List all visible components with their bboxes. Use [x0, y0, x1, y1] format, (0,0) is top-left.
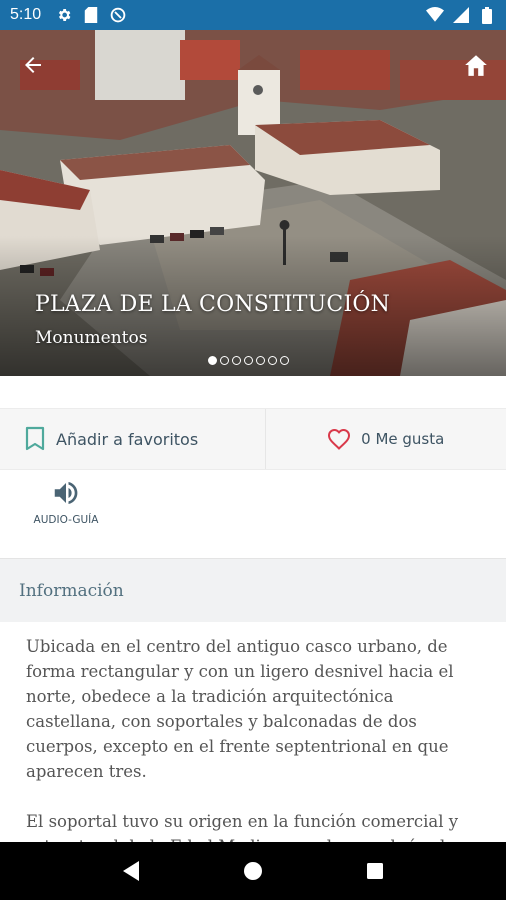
home-circle-icon — [244, 862, 262, 880]
recents-square-icon — [367, 863, 383, 879]
info-paragraph: Ubicada en el centro del antiguo casco u… — [26, 637, 454, 781]
nav-home-button[interactable] — [233, 851, 273, 891]
carousel-dot[interactable] — [268, 356, 277, 365]
back-button[interactable] — [18, 50, 48, 80]
back-triangle-icon — [123, 861, 139, 881]
wifi-icon — [426, 6, 444, 24]
nav-back-button[interactable] — [111, 851, 151, 891]
like-count-label: 0 Me gusta — [361, 430, 445, 448]
info-section-header: Información — [0, 558, 506, 622]
carousel-dot[interactable] — [244, 356, 253, 365]
info-title: Información — [19, 580, 124, 601]
bookmark-icon — [25, 426, 45, 451]
category-subtitle: Monumentos — [35, 328, 148, 348]
add-to-favorites-button[interactable]: Añadir a favoritos — [0, 409, 265, 469]
hero-image[interactable]: PLAZA DE LA CONSTITUCIÓN Monumentos — [0, 30, 506, 376]
carousel-indicator[interactable] — [208, 356, 289, 365]
volume-icon — [54, 482, 78, 504]
home-icon — [465, 55, 487, 76]
info-paragraph: El soportal tuvo su origen en la función… — [26, 812, 464, 842]
data-saver-icon — [109, 6, 127, 24]
home-button[interactable] — [460, 50, 492, 80]
page-title: PLAZA DE LA CONSTITUCIÓN — [35, 292, 391, 317]
status-icons-left — [55, 6, 127, 24]
audio-guide-button[interactable]: AUDIO-GUÍA — [28, 478, 104, 544]
carousel-dot[interactable] — [208, 356, 217, 365]
add-to-favorites-label: Añadir a favoritos — [56, 429, 199, 449]
carousel-dot[interactable] — [280, 356, 289, 365]
audio-guide-label: AUDIO-GUÍA — [33, 514, 99, 526]
battery-icon — [478, 6, 496, 24]
carousel-dot[interactable] — [220, 356, 229, 365]
heart-icon — [328, 428, 351, 450]
signal-icon — [452, 6, 470, 24]
info-description: Ubicada en el centro del antiguo casco u… — [26, 634, 482, 842]
status-time: 5:10 — [10, 6, 42, 23]
gear-icon — [55, 6, 73, 24]
nav-recents-button[interactable] — [355, 851, 395, 891]
carousel-dot[interactable] — [232, 356, 241, 365]
carousel-dot[interactable] — [256, 356, 265, 365]
status-bar: 5:10 — [0, 0, 506, 30]
status-icons-right — [426, 6, 496, 24]
action-bar: Añadir a favoritos 0 Me gusta — [0, 408, 506, 470]
arrow-back-icon — [25, 57, 41, 73]
system-nav-bar — [0, 842, 506, 900]
sd-card-icon — [82, 6, 100, 24]
like-button[interactable]: 0 Me gusta — [264, 409, 506, 469]
